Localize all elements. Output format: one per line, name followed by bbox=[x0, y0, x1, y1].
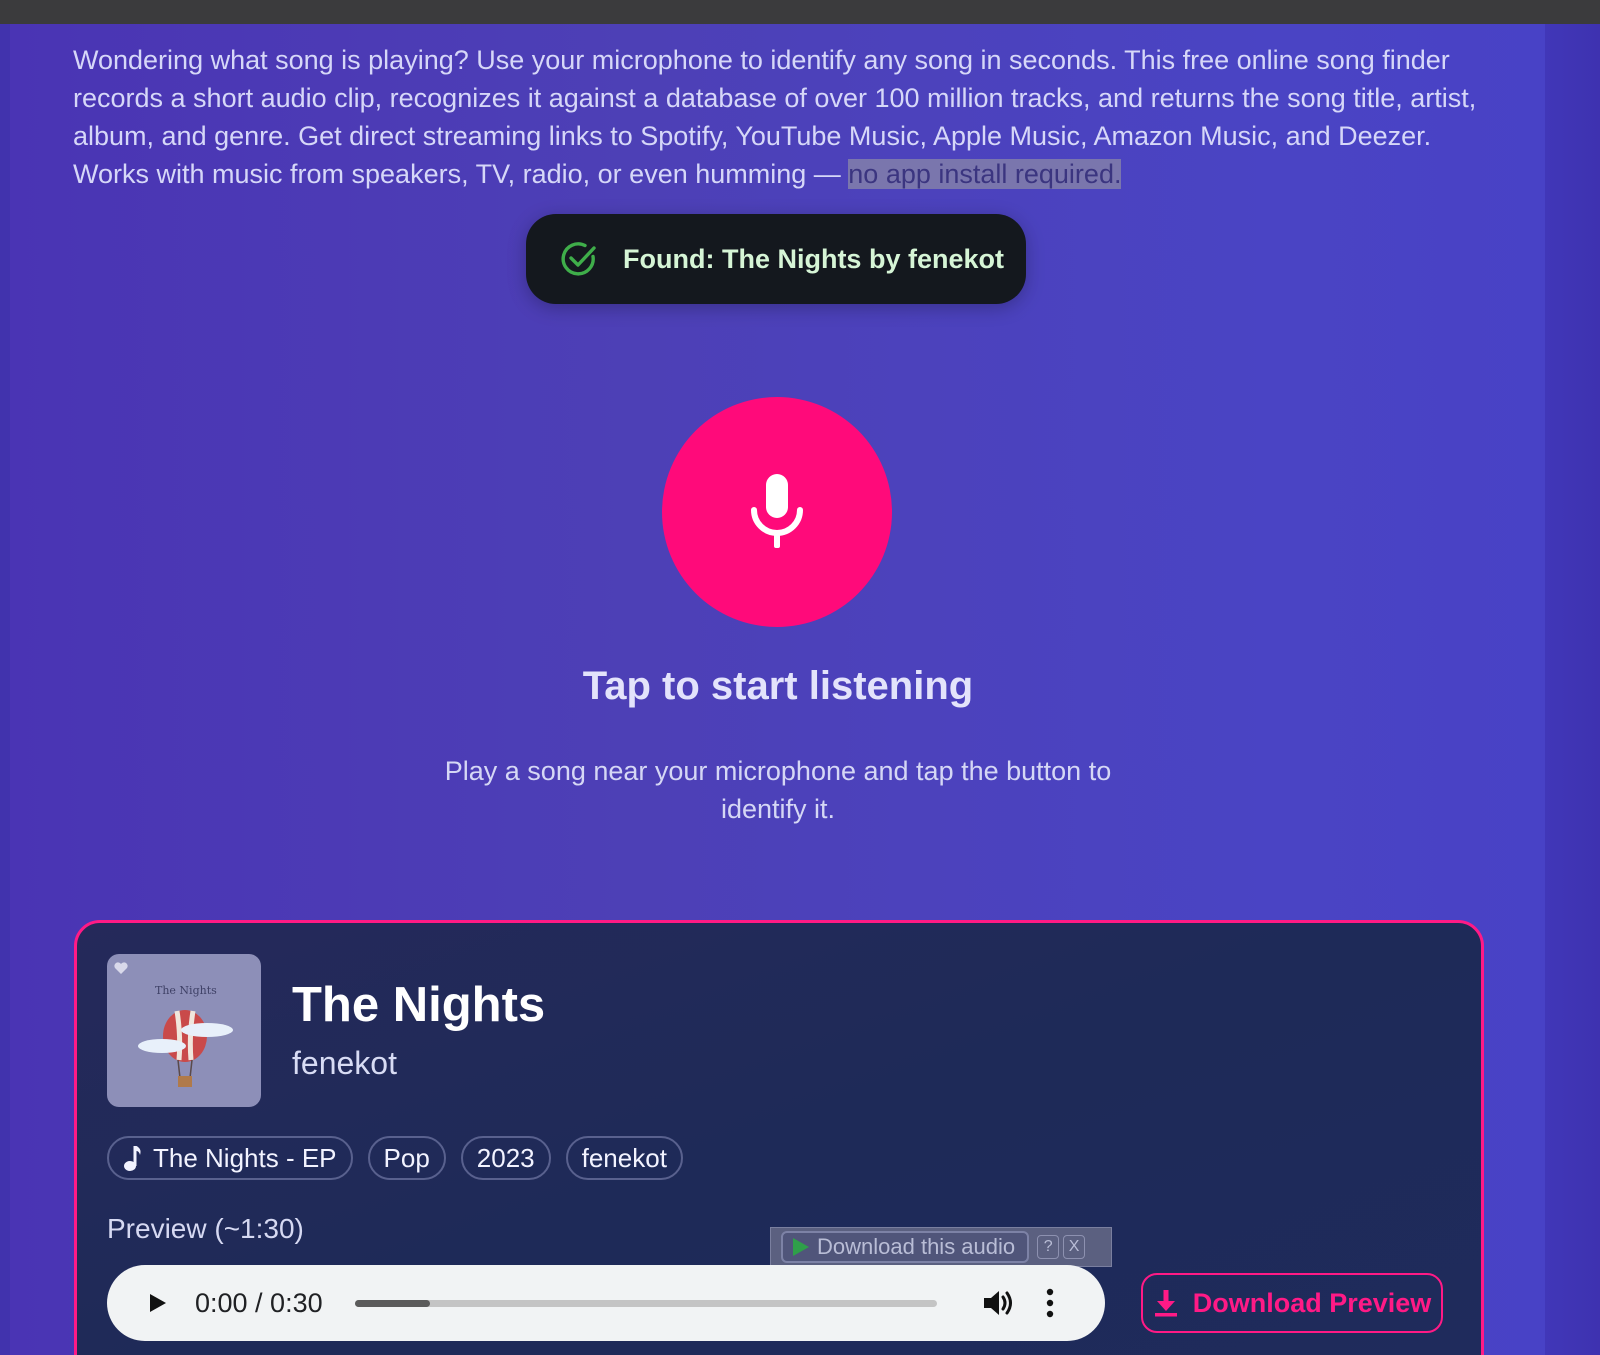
track-title: The Nights bbox=[292, 978, 546, 1032]
chip-album: The Nights - EP bbox=[107, 1136, 353, 1180]
check-circle-icon bbox=[561, 242, 596, 276]
download-preview-button[interactable]: Download Preview bbox=[1141, 1273, 1443, 1333]
microphone-button[interactable] bbox=[662, 397, 892, 627]
browser-top-bar bbox=[0, 0, 1600, 24]
volume-icon[interactable] bbox=[981, 1286, 1015, 1320]
intro-text: Wondering what song is playing? Use your… bbox=[73, 45, 1477, 189]
intro-paragraph: Wondering what song is playing? Use your… bbox=[73, 41, 1493, 193]
preview-label: Preview (~1:30) bbox=[107, 1213, 304, 1244]
microphone-icon bbox=[751, 474, 803, 548]
audio-player: 0:00 / 0:30 bbox=[107, 1265, 1105, 1341]
download-preview-label: Download Preview bbox=[1192, 1287, 1432, 1318]
found-toast: Found: The Nights by fenekot bbox=[526, 214, 1026, 304]
page: Wondering what song is playing? Use your… bbox=[0, 24, 1600, 1355]
more-options-icon[interactable] bbox=[1045, 1288, 1055, 1318]
music-note-icon bbox=[123, 1144, 143, 1172]
player-progress[interactable] bbox=[354, 1299, 937, 1307]
chip-artist: fenekot bbox=[565, 1136, 683, 1180]
play-icon[interactable] bbox=[145, 1291, 169, 1315]
help-button[interactable]: ? bbox=[1037, 1235, 1060, 1259]
listening-subtitle: Play a song near your microphone and tap… bbox=[444, 756, 1112, 824]
play-triangle-icon bbox=[793, 1238, 809, 1256]
download-icon bbox=[1154, 1290, 1177, 1317]
progress-fill bbox=[354, 1299, 431, 1307]
download-audio-label: Download this audio bbox=[817, 1234, 1016, 1259]
close-button[interactable]: X bbox=[1063, 1235, 1086, 1259]
toast-message: Found: The Nights by fenekot bbox=[623, 243, 1004, 274]
listening-title: Tap to start listening bbox=[582, 664, 974, 708]
track-chips: The Nights - EP Pop 2023 fenekot bbox=[107, 1136, 683, 1180]
chip-genre: Pop bbox=[367, 1136, 446, 1180]
chip-year: 2023 bbox=[460, 1136, 551, 1180]
player-time: 0:00 / 0:30 bbox=[195, 1287, 323, 1318]
hot-air-balloon-icon bbox=[138, 1010, 233, 1087]
download-audio-bar: Download this audio ? X bbox=[770, 1227, 1112, 1267]
album-cover: The Nights bbox=[107, 954, 261, 1107]
download-audio-button[interactable]: Download this audio bbox=[781, 1231, 1030, 1263]
intro-highlight: no app install required. bbox=[848, 159, 1122, 189]
chip-album-label: The Nights - EP bbox=[153, 1142, 337, 1173]
result-card: The Nights The Nights fenekot The Nights… bbox=[74, 920, 1484, 1355]
track-artist: fenekot bbox=[292, 1045, 397, 1081]
